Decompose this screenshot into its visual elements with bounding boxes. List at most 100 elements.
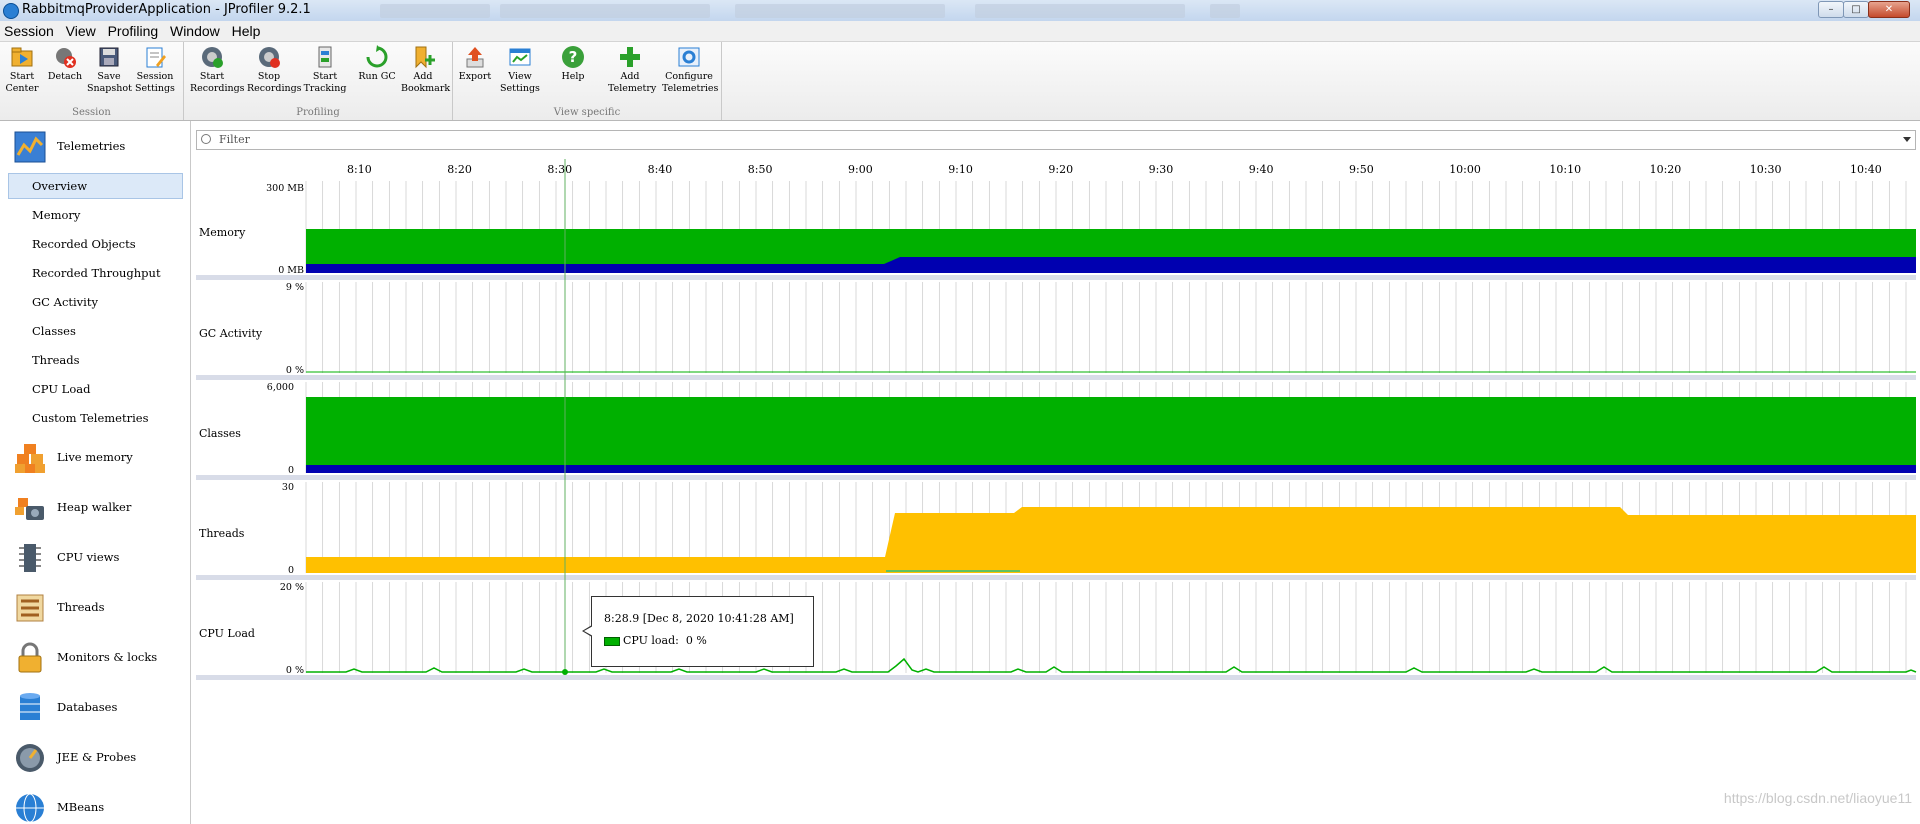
time-tick-label: 8:30 <box>547 163 573 176</box>
menu-view[interactable]: View <box>62 21 100 39</box>
start-recordings-icon <box>200 45 224 69</box>
monitors-locks-icon <box>14 642 46 674</box>
time-tick-label: 10:10 <box>1549 163 1582 176</box>
watermark: https://blog.csdn.net/liaoyue11 <box>1723 790 1912 806</box>
gc-ymin: 0 % <box>285 365 304 376</box>
save-snapshot-button[interactable]: Save Snapshot <box>87 45 132 95</box>
sidebar-section-cpu-views[interactable]: CPU views <box>0 532 190 582</box>
sidebar-item-recorded-objects[interactable]: Recorded Objects <box>0 229 190 258</box>
cpu-views-icon <box>14 542 46 574</box>
sidebar-section-jee-probes[interactable]: JEE & Probes <box>0 732 190 782</box>
chevron-down-icon[interactable] <box>1903 137 1911 142</box>
start-center-icon <box>10 45 34 69</box>
telemetries-icon <box>14 131 46 163</box>
menu-help[interactable]: Help <box>228 21 265 39</box>
sidebar-section-telemetries[interactable]: Telemetries <box>0 121 190 171</box>
cpu-ymin: 0 % <box>285 665 304 676</box>
sidebar-item-overview[interactable]: Overview <box>0 171 190 200</box>
sidebar-section-threads[interactable]: Threads <box>0 582 190 632</box>
row-label-gc-activity: GC Activity <box>199 327 263 340</box>
filter-input[interactable]: Filter <box>196 130 1916 150</box>
background-tab <box>975 4 1185 18</box>
time-tick-label: 9:30 <box>1148 163 1174 176</box>
time-tick-label: 9:10 <box>948 163 973 176</box>
sidebar-section-heap-walker[interactable]: Heap walker <box>0 482 190 532</box>
tooltip: 8:28.9 [Dec 8, 2020 10:41:28 AM] CPU loa… <box>582 596 814 667</box>
databases-icon <box>14 692 46 724</box>
time-tick-label: 8:50 <box>747 163 773 176</box>
time-tick-label: 9:00 <box>848 163 873 176</box>
sidebar-item-recorded-throughput[interactable]: Recorded Throughput <box>0 258 190 287</box>
row-separator <box>196 375 1916 380</box>
maximize-button[interactable]: □ <box>1843 1 1869 18</box>
add-telemetry-button[interactable]: Add Telemetry <box>608 45 656 95</box>
run-gc-icon <box>365 45 389 69</box>
menu-profiling[interactable]: Profiling <box>104 21 163 39</box>
configure-telemetries-icon <box>677 45 701 69</box>
detach-icon <box>53 45 77 69</box>
minimize-button[interactable]: – <box>1818 1 1844 18</box>
sidebar-item-cpu-load[interactable]: CPU Load <box>0 374 190 403</box>
sidebar-section-databases[interactable]: Databases <box>0 682 190 732</box>
memory-ymin: 0 MB <box>278 265 304 276</box>
help-button[interactable]: ? Help <box>551 45 595 83</box>
menu-bar: Session View Profiling Window Help <box>0 21 1920 42</box>
sidebar-section-monitors-locks[interactable]: Monitors & locks <box>0 632 190 682</box>
live-memory-icon <box>14 442 46 474</box>
time-tick-label: 9:20 <box>1048 163 1074 176</box>
search-icon <box>201 134 211 144</box>
start-recordings-button[interactable]: Start Recordings <box>190 45 245 95</box>
threads-ymin: 0 <box>287 565 294 576</box>
cpu-load-line <box>306 657 1917 673</box>
row-separator <box>196 575 1916 580</box>
tooltip-series-label: CPU load: <box>623 634 679 647</box>
menu-session[interactable]: Session <box>0 21 58 39</box>
title-bar: RabbitmqProviderApplication - JProfiler … <box>0 0 1920 22</box>
sidebar-section-mbeans[interactable]: MBeans <box>0 782 190 824</box>
mbeans-icon <box>14 792 46 824</box>
background-tab <box>1210 4 1240 18</box>
start-center-button[interactable]: Start Center <box>0 45 44 95</box>
heap-walker-icon <box>14 492 46 524</box>
tooltip-time: 8:28.9 [Dec 8, 2020 10:41:28 AM] <box>604 612 794 625</box>
sidebar-item-gc-activity[interactable]: GC Activity <box>0 287 190 316</box>
classes-ymin: 0 <box>287 465 294 476</box>
stop-recordings-button[interactable]: Stop Recordings <box>247 45 302 95</box>
row-separator <box>196 275 1916 280</box>
time-tick-label: 9:40 <box>1248 163 1274 176</box>
sidebar-item-custom-telemetries[interactable]: Custom Telemetries <box>0 403 190 432</box>
telemetry-overview: 8:10 8:20 8:30 8:40 8:50 9:00 9:10 9:20 9:30 9:40… <box>196 151 1920 691</box>
session-settings-icon <box>143 45 167 69</box>
add-telemetry-icon <box>618 45 642 69</box>
start-tracking-button[interactable]: Start Tracking <box>303 45 347 95</box>
configure-telemetries-button[interactable]: Configure Telemetries <box>662 45 718 95</box>
group-label-profiling: Profiling <box>296 107 340 118</box>
export-button[interactable]: Export <box>453 45 497 83</box>
sidebar-item-threads[interactable]: Threads <box>0 345 190 374</box>
row-separator <box>196 475 1916 480</box>
jprofiler-app-icon <box>3 3 19 19</box>
row-separator <box>196 675 1916 680</box>
close-button[interactable]: ✕ <box>1868 1 1910 18</box>
sidebar-item-memory[interactable]: Memory <box>0 200 190 229</box>
session-settings-button[interactable]: Session Settings <box>133 45 177 95</box>
run-gc-button[interactable]: Run GC <box>355 45 399 83</box>
sidebar-section-live-memory[interactable]: Live memory <box>0 432 190 482</box>
telemetry-chart[interactable] <box>196 151 1920 691</box>
jee-probes-icon <box>14 742 46 774</box>
stop-recordings-icon <box>257 45 281 69</box>
add-bookmark-button[interactable]: Add Bookmark <box>401 45 450 95</box>
time-tick-label: 10:20 <box>1649 163 1682 176</box>
view-settings-button[interactable]: View Settings <box>498 45 542 95</box>
time-tick-label: 10:00 <box>1449 163 1481 176</box>
time-tick-label: 8:40 <box>647 163 673 176</box>
sidebar-item-classes[interactable]: Classes <box>0 316 190 345</box>
time-tick-label: 8:10 <box>347 163 372 176</box>
export-icon <box>463 45 487 69</box>
add-bookmark-icon <box>411 45 435 69</box>
cursor-point <box>562 669 568 675</box>
detach-button[interactable]: Detach <box>43 45 87 83</box>
menu-window[interactable]: Window <box>166 21 224 39</box>
save-snapshot-icon <box>97 45 121 69</box>
threads-icon <box>14 592 46 624</box>
